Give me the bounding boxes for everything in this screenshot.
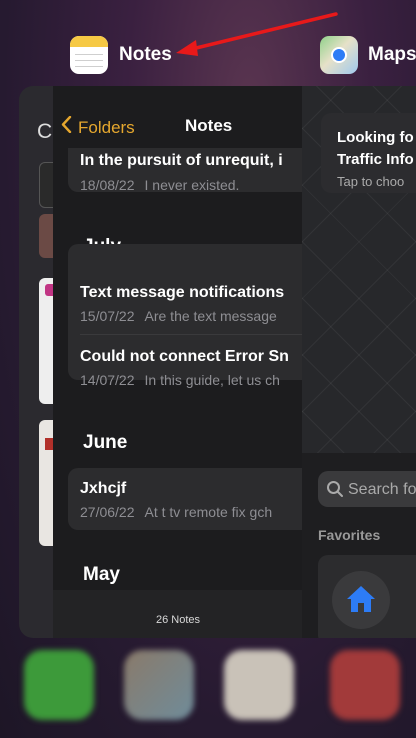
note-preview-text: In this guide, let us ch — [144, 372, 280, 388]
notes-app-label: Notes — [119, 44, 172, 65]
dock-app-icon[interactable] — [24, 650, 94, 720]
notes-title: Notes — [185, 116, 233, 135]
background-card-heading: C — [37, 120, 53, 143]
note-preview[interactable]: 14/07/22 In this guide, let us ch — [80, 372, 303, 388]
home-favorite-button[interactable] — [332, 571, 390, 629]
note-title[interactable]: Jxhcjf — [80, 480, 303, 498]
maps-app-card[interactable]: Looking fo Traffic Info Tap to choo Sear… — [302, 86, 416, 638]
traffic-info-banner[interactable]: Looking fo Traffic Info Tap to choo — [321, 113, 416, 193]
maps-search-input[interactable]: Search fo — [318, 471, 416, 507]
folders-back-button[interactable]: Folders — [61, 115, 135, 138]
favorites-row — [318, 555, 416, 638]
section-header-may: May — [83, 564, 120, 585]
note-title[interactable]: In the pursuit of unrequit, i — [80, 152, 303, 170]
section-header-june: June — [83, 432, 128, 453]
note-preview[interactable]: 15/07/22 Are the text message — [80, 308, 303, 324]
notes-app-icon[interactable] — [70, 36, 108, 74]
dock-app-icon[interactable] — [330, 650, 400, 720]
notes-toolbar: 26 Notes — [53, 590, 303, 638]
note-group — [68, 468, 303, 530]
note-date: 18/08/22 — [80, 177, 135, 193]
maps-app-label: Maps — [368, 44, 416, 65]
note-date: 27/06/22 — [80, 504, 135, 520]
folders-back-label: Folders — [78, 118, 135, 137]
search-placeholder: Search fo — [348, 481, 416, 498]
banner-subtitle: Tap to choo — [337, 174, 405, 189]
search-icon — [326, 480, 344, 503]
note-preview-text: At t tv remote fix gch — [144, 504, 273, 520]
note-preview-text: I never existed. — [144, 177, 240, 193]
note-title[interactable]: Text message notifications — [80, 284, 303, 302]
dock-app-icon[interactable] — [224, 650, 294, 720]
banner-title-line1: Looking fo — [337, 129, 414, 146]
home-icon — [345, 584, 377, 619]
note-preview-text: Are the text message — [144, 308, 277, 324]
notes-count: 26 Notes — [155, 614, 201, 626]
row-divider — [80, 334, 303, 335]
maps-bottom-sheet: Search fo Favorites — [302, 453, 416, 638]
notes-nav-bar: Folders Notes — [53, 86, 303, 148]
banner-title-line2: Traffic Info — [337, 151, 414, 168]
annotation-arrow — [176, 12, 338, 56]
notes-app-card[interactable]: Folders Notes In the pursuit of unrequit… — [53, 86, 303, 638]
dock-app-icon[interactable] — [124, 650, 194, 720]
note-date: 15/07/22 — [80, 308, 135, 324]
note-preview[interactable]: 18/08/22 I never existed. — [80, 177, 303, 193]
note-title[interactable]: Could not connect Error Sn — [80, 348, 303, 366]
chevron-left-icon — [61, 115, 72, 138]
note-preview[interactable]: 27/06/22 At t tv remote fix gch — [80, 504, 303, 520]
favorites-heading: Favorites — [318, 527, 381, 543]
note-date: 14/07/22 — [80, 372, 135, 388]
